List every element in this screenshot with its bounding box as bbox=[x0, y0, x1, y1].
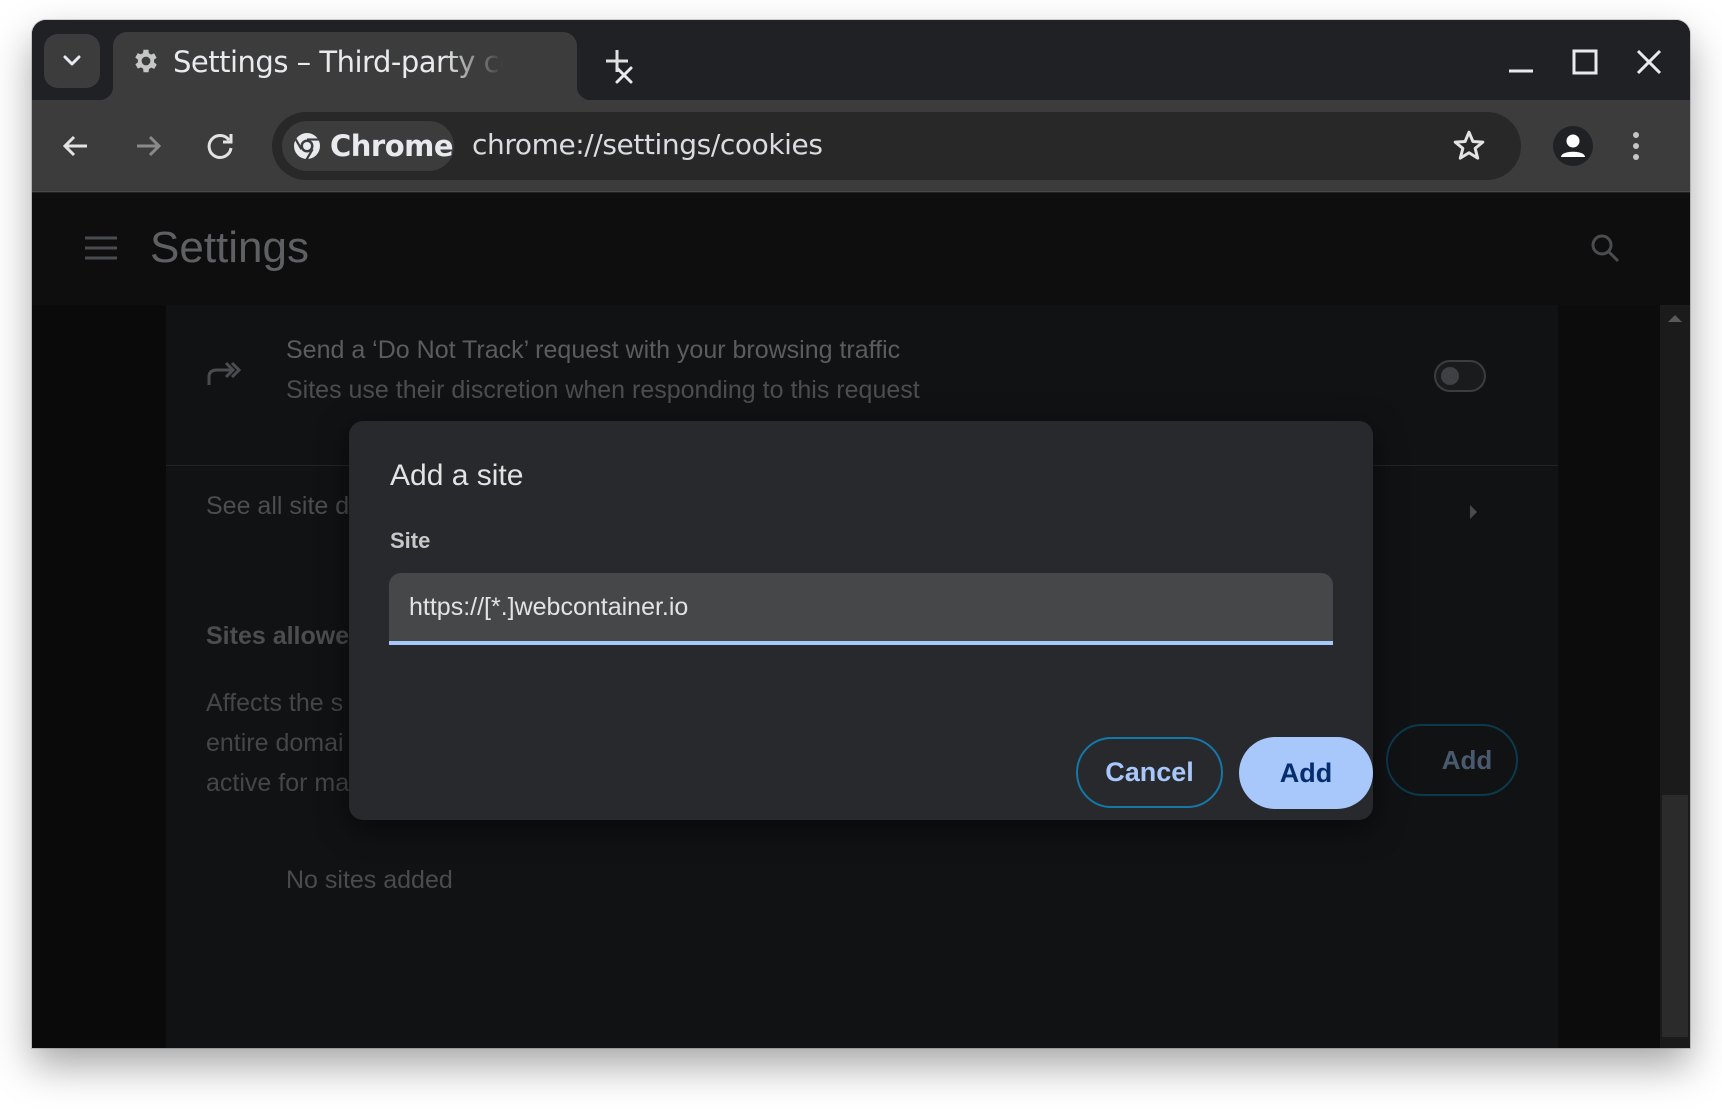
sites-allowed-description: Affects the s entire domai active for ma bbox=[206, 689, 350, 797]
chevron-down-icon bbox=[63, 55, 81, 66]
menu-icon[interactable] bbox=[84, 233, 118, 263]
site-input[interactable] bbox=[389, 573, 1333, 641]
settings-header: Settings bbox=[32, 193, 1690, 305]
gear-icon bbox=[135, 49, 157, 73]
window-close-icon[interactable] bbox=[1629, 42, 1669, 82]
chevron-right-icon[interactable] bbox=[1470, 505, 1477, 519]
cancel-button[interactable]: Cancel bbox=[1076, 737, 1223, 808]
reload-icon[interactable] bbox=[200, 126, 240, 166]
add-button[interactable]: Add bbox=[1239, 737, 1373, 809]
scrollbar-thumb[interactable] bbox=[1662, 795, 1688, 1037]
do-not-track-toggle[interactable] bbox=[1434, 360, 1486, 392]
empty-state-text: No sites added bbox=[286, 866, 453, 894]
tab-title: Settings – Third-party cookies bbox=[173, 45, 503, 79]
address-bar[interactable]: Chrome chrome://settings/cookies bbox=[272, 112, 1521, 180]
do-not-track-title: Send a ‘Do Not Track’ request with your … bbox=[286, 336, 901, 364]
dialog-title: Add a site bbox=[390, 459, 524, 492]
site-info-chip[interactable]: Chrome bbox=[282, 121, 454, 171]
scroll-up-arrow-icon[interactable] bbox=[1668, 315, 1682, 322]
more-vert-icon[interactable] bbox=[1626, 126, 1646, 166]
right-gutter bbox=[1558, 305, 1660, 1048]
profile-avatar[interactable] bbox=[1553, 126, 1593, 166]
toolbar: Chrome chrome://settings/cookies bbox=[32, 100, 1690, 192]
chip-label: Chrome bbox=[330, 129, 454, 163]
forward-arrow-icon[interactable] bbox=[128, 126, 168, 166]
sites-allowed-heading: Sites allowe bbox=[206, 622, 350, 650]
url-text[interactable]: chrome://settings/cookies bbox=[472, 128, 823, 161]
bookmark-star-icon[interactable] bbox=[1451, 128, 1487, 164]
person-icon bbox=[1561, 134, 1585, 157]
do-not-track-subtitle: Sites use their discretion when respondi… bbox=[286, 376, 920, 404]
minimize-icon[interactable] bbox=[1501, 42, 1541, 82]
chrome-logo-icon bbox=[294, 133, 320, 160]
tab-strip: Settings – Third-party cookies bbox=[32, 20, 1690, 100]
add-site-dialog: Add a site Site Cancel Add bbox=[349, 421, 1373, 820]
do-not-track-icon bbox=[207, 361, 242, 385]
back-arrow-icon[interactable] bbox=[56, 126, 96, 166]
see-all-site-data-link[interactable]: See all site d bbox=[206, 492, 349, 521]
site-field-label: Site bbox=[390, 528, 431, 553]
scrollbar[interactable] bbox=[1660, 305, 1690, 1048]
toggle-knob bbox=[1441, 367, 1459, 385]
plus-icon[interactable] bbox=[600, 44, 634, 78]
tab-search-button[interactable] bbox=[44, 34, 100, 88]
left-gutter bbox=[32, 305, 166, 1048]
maximize-icon[interactable] bbox=[1565, 42, 1605, 82]
add-site-button[interactable]: Add bbox=[1386, 724, 1518, 796]
page-title: Settings bbox=[150, 223, 309, 272]
browser-window: Settings – Third-party cookies bbox=[32, 20, 1690, 1048]
settings-page: Settings Send a ‘Do Not Track’ request w… bbox=[32, 193, 1690, 1048]
site-input-container[interactable] bbox=[389, 573, 1333, 645]
tab-settings[interactable]: Settings – Third-party cookies bbox=[99, 32, 633, 100]
search-icon[interactable] bbox=[1588, 231, 1624, 267]
